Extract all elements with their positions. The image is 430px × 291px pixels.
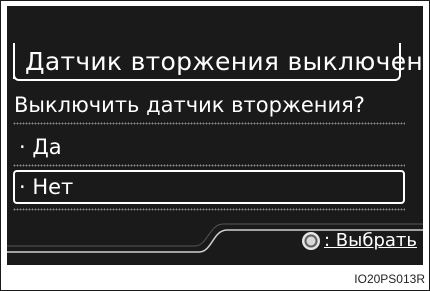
- divider: [13, 164, 405, 167]
- screen-title: Датчик вторжения выключен.: [25, 47, 423, 76]
- option-yes-label: · Да: [19, 135, 62, 159]
- control-knob-icon: [302, 231, 320, 250]
- option-yes[interactable]: · Да: [13, 130, 405, 164]
- divider: [13, 208, 405, 211]
- select-hint-label: : Выбрать: [324, 230, 417, 251]
- divider: [13, 122, 405, 125]
- select-hint: : Выбрать: [302, 230, 417, 251]
- option-no[interactable]: · Нет: [13, 170, 405, 204]
- figure-frame: Датчик вторжения выключен. Выключить дат…: [0, 0, 430, 291]
- question-text: Выключить датчик вторжения?: [14, 93, 365, 117]
- display-screen: Датчик вторжения выключен. Выключить дат…: [7, 6, 423, 265]
- option-no-label: · Нет: [19, 175, 74, 199]
- figure-caption: IO20PS013R: [354, 272, 425, 286]
